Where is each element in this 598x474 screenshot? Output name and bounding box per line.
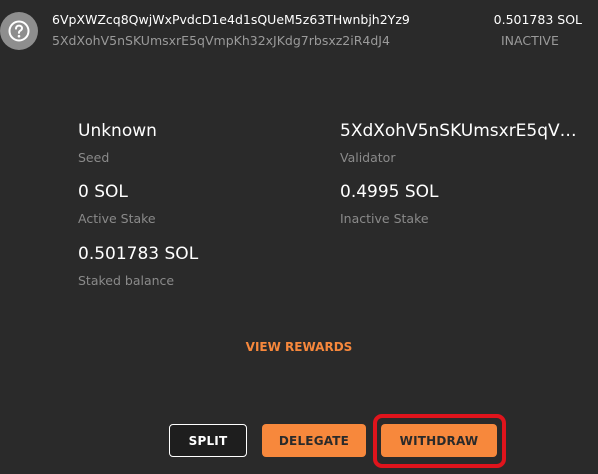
validator-info: 5XdXohV5nSKUmsxrE5qVmpKh32xJKdg7rbsxz2iR… [340, 121, 582, 165]
status-badge: INACTIVE [501, 33, 559, 48]
split-button[interactable]: SPLIT [169, 424, 247, 457]
view-rewards-link[interactable]: VIEW REWARDS [0, 340, 598, 354]
inactive-stake-info: 0.4995 SOL Inactive Stake [340, 182, 582, 226]
staked-balance-value: 0.501783 SOL [78, 244, 199, 264]
seed-label: Seed [78, 150, 110, 165]
active-stake-label: Active Stake [78, 211, 156, 226]
stake-account-address: 6VpXWZcq8QwjWxPvdcD1e4d1sQUeM5z63THwnbjh… [52, 12, 410, 27]
stake-account-panel: 6VpXWZcq8QwjWxPvdcD1e4d1sQUeM5z63THwnbjh… [0, 0, 598, 474]
inactive-stake-value: 0.4995 SOL [340, 182, 439, 202]
validator-label: Validator [340, 150, 396, 165]
staked-balance-info: 0.501783 SOL Staked balance [78, 244, 318, 288]
active-stake-info: 0 SOL Active Stake [78, 182, 318, 226]
active-stake-value: 0 SOL [78, 182, 128, 202]
validator-address: 5XdXohV5nSKUmsxrE5qVmpKh32xJKdg7rbsxz2iR… [52, 33, 390, 48]
seed-info: Unknown Seed [78, 121, 318, 165]
staked-balance-label: Staked balance [78, 273, 175, 288]
account-balance: 0.501783 SOL [493, 12, 582, 27]
question-mark-icon [0, 12, 38, 50]
seed-value: Unknown [78, 121, 157, 141]
inactive-stake-label: Inactive Stake [340, 211, 429, 226]
delegate-button[interactable]: DELEGATE [262, 424, 366, 457]
withdraw-button[interactable]: WITHDRAW [381, 424, 497, 457]
stake-account-header[interactable]: 6VpXWZcq8QwjWxPvdcD1e4d1sQUeM5z63THwnbjh… [0, 0, 598, 64]
validator-value: 5XdXohV5nSKUmsxrE5qVmpKh32xJKdg7rbsxz2iR… [340, 121, 582, 141]
